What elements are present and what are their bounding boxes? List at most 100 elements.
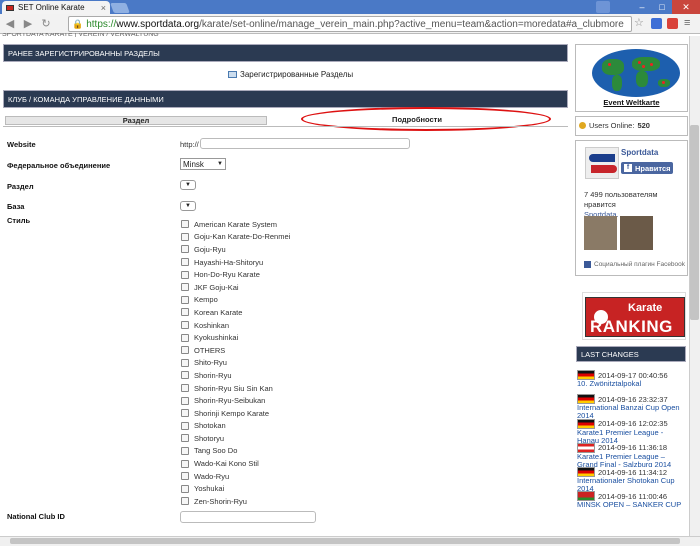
last-change-item[interactable]: 2014-09-16 11:34:12 Internationaler Shoto… (577, 467, 687, 491)
facebook-page-name[interactable]: Sportdata (621, 148, 658, 157)
style-option[interactable]: American Karate System (181, 218, 290, 231)
style-checkbox[interactable] (181, 434, 189, 443)
style-option-label: Koshinkan (194, 320, 230, 330)
extension-icon[interactable] (651, 18, 662, 29)
style-option[interactable]: Wado-Kai Kono Stil (181, 457, 290, 470)
world-map-icon[interactable] (592, 49, 680, 97)
last-change-item[interactable]: 2014-09-16 11:00:46 MINSK OPEN – SANKER C… (577, 491, 687, 515)
style-checkbox[interactable] (181, 283, 189, 292)
fan-photo[interactable] (584, 216, 617, 250)
last-change-item[interactable]: 2014-09-17 00:40:56 10. Zwönitztalpokal (577, 370, 687, 394)
last-change-title[interactable]: MINSK OPEN – SANKER CUP (577, 501, 687, 509)
style-checkbox[interactable] (181, 409, 189, 418)
style-checkbox[interactable] (181, 220, 189, 229)
style-option[interactable]: Goju-Ryu (181, 243, 290, 256)
federation-select[interactable]: Minsk ▼ (180, 158, 226, 170)
star-icon[interactable]: ☆ (634, 16, 644, 29)
style-checkbox[interactable] (181, 321, 189, 330)
base-label: База (7, 202, 25, 211)
menu-icon[interactable]: ≡ (684, 17, 690, 29)
style-checkbox[interactable] (181, 371, 189, 380)
federation-label: Федеральное объединение (7, 161, 111, 170)
style-checkbox[interactable] (181, 270, 189, 279)
users-online-label: Users Online: (589, 121, 635, 130)
sportdata-logo[interactable] (585, 147, 619, 179)
style-option[interactable]: Hon-Do-Ryu Karate (181, 268, 290, 281)
browser-tab[interactable]: SET Online Karate × (2, 1, 110, 14)
style-option[interactable]: Shotokan (181, 420, 290, 433)
club-id-label: National Club ID (7, 512, 65, 521)
style-checkbox[interactable] (181, 245, 189, 254)
style-option[interactable]: Goju-Kan Karate-Do-Renmei (181, 231, 290, 244)
karate-ranking-banner[interactable]: Karate RANKING (582, 292, 686, 340)
last-change-item[interactable]: 2014-09-16 12:02:35 Karate1 Premier Leagu… (577, 418, 687, 443)
style-option[interactable]: JKF Goju-Kai (181, 281, 290, 294)
style-checkbox[interactable] (181, 446, 189, 455)
style-checkbox[interactable] (181, 308, 189, 317)
style-checkbox[interactable] (181, 396, 189, 405)
horizontal-scrollbar-thumb[interactable] (10, 538, 680, 544)
style-option[interactable]: Tang Soo Do (181, 445, 290, 458)
style-option[interactable]: Zen-Shorin-Ryu (181, 495, 290, 508)
style-option[interactable]: Shorin-Ryu (181, 369, 290, 382)
facebook-like-button[interactable]: f Нравится (621, 162, 673, 174)
fan-photo[interactable] (620, 216, 653, 250)
last-change-item[interactable]: 2014-09-16 23:32:37 International Banzai … (577, 394, 687, 419)
style-option[interactable]: Koshinkan (181, 319, 290, 332)
style-option[interactable]: Kyokushinkai (181, 331, 290, 344)
address-bar[interactable]: 🔒 https:// www.sportdata.org /karate/set… (68, 16, 632, 32)
forward-icon[interactable]: ▶ (20, 16, 36, 32)
style-option-label: Shorin-Ryu (194, 370, 232, 380)
style-option[interactable]: Shorin-Ryu Siu Sin Kan (181, 382, 290, 395)
user-icon[interactable] (596, 1, 610, 13)
maximize-button[interactable]: □ (652, 0, 672, 14)
last-change-title[interactable]: International Banzai Cup Open 2014 (577, 404, 687, 419)
last-change-title[interactable]: Karate1 Premier League – Grand Final - S… (577, 452, 687, 467)
style-checkbox[interactable] (181, 232, 189, 241)
extension-icon[interactable] (667, 18, 678, 29)
style-option[interactable]: Shorinji Kempo Karate (181, 407, 290, 420)
close-window-button[interactable]: ✕ (672, 0, 700, 14)
style-option[interactable]: Shotoryu (181, 432, 290, 445)
style-option-label: Shito-Ryu (194, 358, 227, 368)
style-checkbox[interactable] (181, 295, 189, 304)
club-id-input[interactable] (180, 511, 316, 523)
style-checkbox[interactable] (181, 358, 189, 367)
style-option-label: JKF Goju-Kai (194, 282, 239, 292)
minimize-button[interactable]: – (632, 0, 652, 14)
style-checkbox[interactable] (181, 258, 189, 267)
style-option[interactable]: Kempo (181, 294, 290, 307)
website-input[interactable] (200, 138, 410, 149)
style-checkbox[interactable] (181, 333, 189, 342)
tab-section[interactable]: Раздел (5, 116, 267, 125)
event-map-link[interactable]: Event Weltkarte (575, 98, 688, 107)
style-option[interactable]: Yoshukai (181, 482, 290, 495)
style-checkbox[interactable] (181, 472, 189, 481)
last-change-title[interactable]: Internationaler Shotokan Cup 2014 (577, 477, 687, 492)
style-checkbox[interactable] (181, 421, 189, 430)
style-checkbox[interactable] (181, 497, 189, 506)
style-checkbox[interactable] (181, 459, 189, 468)
base-select[interactable]: ▼ (180, 201, 196, 211)
close-tab-icon[interactable]: × (101, 3, 106, 13)
section-select[interactable]: ▼ (180, 180, 196, 190)
style-checkbox[interactable] (181, 384, 189, 393)
registered-sections-link[interactable]: Зарегистрированные Разделы (228, 70, 353, 79)
last-change-title[interactable]: Karate1 Premier League - Hanau 2014 (577, 428, 687, 443)
back-icon[interactable]: ◀ (2, 16, 18, 32)
vertical-scrollbar-thumb[interactable] (690, 125, 699, 320)
last-change-item[interactable]: 2014-09-16 11:36:18 Karate1 Premier Leagu… (577, 442, 687, 467)
style-option[interactable]: Korean Karate (181, 306, 290, 319)
style-option[interactable]: Wado-Ryu (181, 470, 290, 483)
style-checkbox[interactable] (181, 484, 189, 493)
new-tab-button[interactable] (110, 3, 130, 13)
last-change-title[interactable]: 10. Zwönitztalpokal (577, 380, 687, 388)
style-checkbox[interactable] (181, 346, 189, 355)
facebook-plugin-note[interactable]: Социальный плагин Facebook (584, 261, 685, 268)
style-option[interactable]: OTHERS (181, 344, 290, 357)
style-option[interactable]: Shorin-Ryu-Seibukan (181, 394, 290, 407)
reload-icon[interactable]: ↻ (38, 16, 54, 32)
table-icon (228, 71, 237, 78)
style-option[interactable]: Hayashi-Ha-Shitoryu (181, 256, 290, 269)
style-option[interactable]: Shito-Ryu (181, 357, 290, 370)
